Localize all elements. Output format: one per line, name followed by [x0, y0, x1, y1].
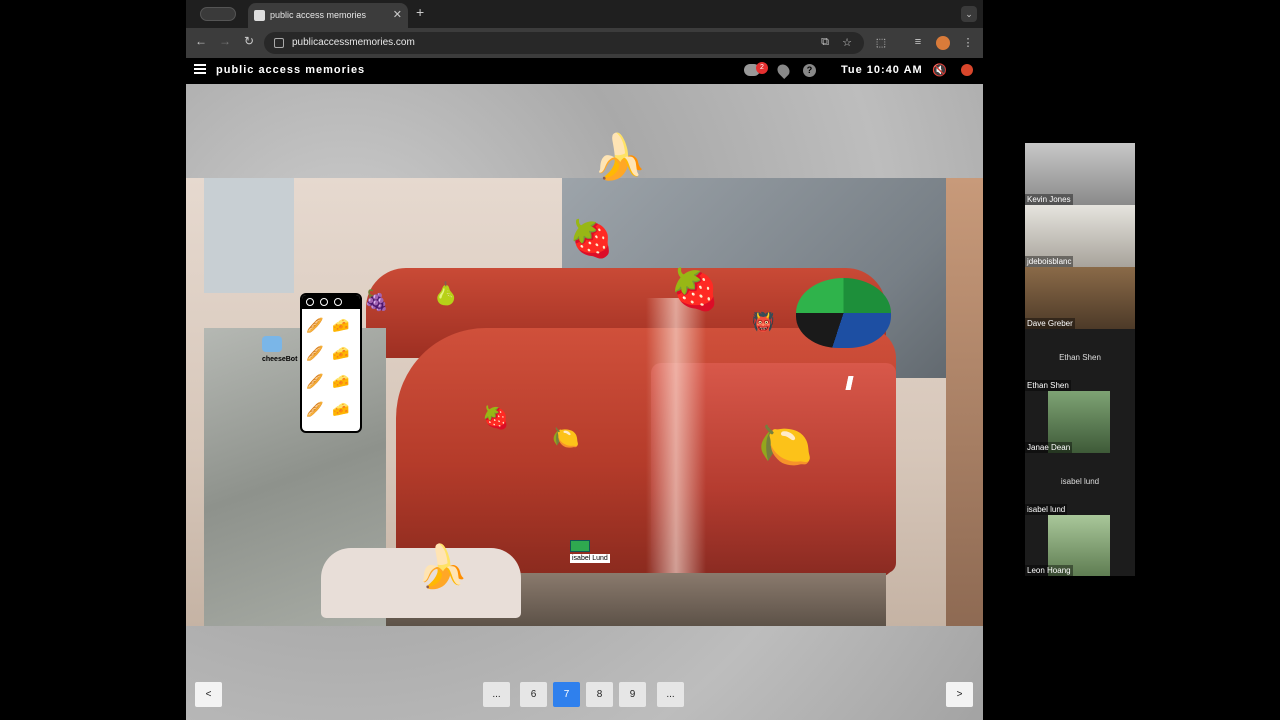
lemon-sticker[interactable]: 🍋	[758, 424, 813, 468]
page-ellipsis-right[interactable]: ...	[657, 682, 684, 707]
location-pin-icon[interactable]	[775, 62, 792, 79]
cheese-item[interactable]: 🧀	[332, 403, 349, 417]
baguette-item[interactable]: 🥖	[306, 319, 323, 333]
participant-name: isabel lund	[1025, 504, 1068, 515]
cheese-item[interactable]: 🧀	[332, 319, 349, 333]
participant-tile[interactable]: Ethan Shen Ethan Shen	[1025, 329, 1135, 391]
cheese-item[interactable]: 🧀	[332, 375, 349, 389]
participant-placeholder: Ethan Shen	[1059, 353, 1101, 362]
clock: Tue 10:40 AM	[841, 64, 923, 76]
devil-avatar-icon[interactable]	[961, 64, 973, 76]
participant-tile[interactable]: Kevin Jones	[1025, 143, 1135, 205]
back-icon[interactable]: ←	[192, 34, 210, 48]
tab-public-access-memories[interactable]: public access memories ✕	[248, 3, 408, 28]
help-icon[interactable]: ?	[803, 64, 816, 77]
favicon-icon	[254, 10, 265, 21]
participants-panel: Kevin Jones jdeboisblanc Dave Greber Eth…	[1025, 143, 1135, 576]
browser-toolbar: ← → ↻ publicaccessmemories.com ⧉ ☆ ⬚ ≡ ⋮	[186, 28, 983, 58]
browser-menu-icon[interactable]: ⋮	[961, 36, 975, 49]
baguette-item[interactable]: 🥖	[306, 375, 323, 389]
extensions-icon[interactable]: ⬚	[874, 36, 888, 49]
tab-strip: public access memories ✕ + ⌄	[186, 0, 983, 28]
participant-name: Ethan Shen	[1025, 380, 1071, 391]
widget-dot-icon[interactable]	[334, 298, 342, 306]
page-6-button[interactable]: 6	[520, 682, 547, 707]
participant-tile[interactable]: jdeboisblanc	[1025, 205, 1135, 267]
participant-tile[interactable]: Janae Dean	[1025, 391, 1135, 453]
strawberry-sticker[interactable]: 🍓	[569, 222, 614, 258]
site-info-icon[interactable]	[274, 38, 284, 48]
collage-ball	[796, 278, 891, 348]
widget-dot-icon[interactable]	[306, 298, 314, 306]
reload-icon[interactable]: ↻	[240, 34, 258, 48]
hamburger-menu-icon[interactable]	[194, 64, 206, 74]
collage-window	[204, 178, 294, 293]
lemon-sticker-2[interactable]: 🍋	[552, 428, 579, 450]
page-8-button[interactable]: 8	[586, 682, 613, 707]
participant-tile[interactable]: Dave Greber	[1025, 267, 1135, 329]
collage-canvas[interactable]: 🍓 🍓 🍐 🍇 👹 🍋 🍋 🍓 🍌 🥖 🧀 🥖 🧀 🥖 🧀 🥖 🧀 cheese…	[186, 178, 983, 626]
strawberry-sticker-2[interactable]: 🍓	[670, 270, 720, 310]
pear-sticker[interactable]: 🍐	[432, 284, 459, 306]
page-ellipsis-left[interactable]: ...	[483, 682, 510, 707]
participant-name: Leon Hoang	[1025, 565, 1073, 576]
page-7-button[interactable]: 7	[553, 682, 580, 707]
participant-name: Kevin Jones	[1025, 194, 1073, 205]
collage-right-strip	[946, 178, 983, 626]
baguette-item[interactable]: 🥖	[306, 347, 323, 361]
media-controls-icon[interactable]: ≡	[911, 36, 925, 48]
page-9-button[interactable]: 9	[619, 682, 646, 707]
food-widget[interactable]: 🥖 🧀 🥖 🧀 🥖 🧀 🥖 🧀	[300, 293, 362, 433]
bot-avatar-icon[interactable]	[262, 336, 282, 352]
prev-page-button[interactable]: <	[195, 682, 222, 707]
browser-window: public access memories ✕ + ⌄ ← → ↻ publi…	[186, 0, 983, 720]
cast-icon[interactable]: ⧉	[818, 36, 832, 49]
new-tab-icon[interactable]: +	[416, 4, 424, 20]
banana-sticker[interactable]: 🍌	[592, 136, 647, 180]
url-text: publicaccessmemories.com	[292, 37, 415, 48]
baguette-item[interactable]: 🥖	[306, 403, 323, 417]
mute-icon[interactable]: 🔇	[932, 63, 947, 77]
grapes-sticker[interactable]: 🍇	[364, 290, 389, 310]
close-tab-icon[interactable]: ✕	[393, 3, 402, 28]
forward-icon[interactable]: →	[216, 34, 234, 48]
next-page-button[interactable]: >	[946, 682, 973, 707]
banana-peel-sticker[interactable]: 🍌	[416, 546, 468, 588]
participant-placeholder: isabel lund	[1060, 477, 1100, 486]
cheese-item[interactable]: 🧀	[332, 347, 349, 361]
participant-tile[interactable]: Leon Hoang	[1025, 515, 1135, 576]
user-name-label: isabel Lund	[570, 554, 610, 563]
participant-name: Dave Greber	[1025, 318, 1075, 329]
participant-name: Janae Dean	[1025, 442, 1073, 453]
address-bar[interactable]: publicaccessmemories.com	[264, 32, 864, 54]
site-header: public access memories 2 ? Tue 10:40 AM …	[186, 58, 983, 84]
site-title: public access memories	[216, 64, 366, 76]
tab-search-icon[interactable]: ⌄	[961, 6, 977, 22]
widget-dot-icon[interactable]	[320, 298, 328, 306]
page-content: 🍓 🍓 🍐 🍇 👹 🍋 🍋 🍓 🍌 🥖 🧀 🥖 🧀 🥖 🧀 🥖 🧀 cheese…	[186, 84, 983, 720]
participant-name: jdeboisblanc	[1025, 256, 1074, 267]
tab-title: public access memories	[270, 10, 367, 20]
widget-titlebar	[302, 295, 360, 309]
window-controls[interactable]	[200, 7, 236, 21]
chat-count-badge: 2	[756, 62, 768, 74]
user-avatar-icon[interactable]	[570, 540, 590, 552]
bot-name-label: cheeseBot	[262, 356, 298, 363]
collage-light-streak	[646, 298, 706, 598]
profile-avatar[interactable]	[936, 36, 950, 50]
strawberry-sticker-3[interactable]: 🍓	[482, 408, 509, 430]
devil-sticker[interactable]: 👹	[752, 314, 774, 332]
participant-tile[interactable]: isabel lund isabel lund	[1025, 453, 1135, 515]
bookmark-star-icon[interactable]: ☆	[840, 36, 854, 49]
